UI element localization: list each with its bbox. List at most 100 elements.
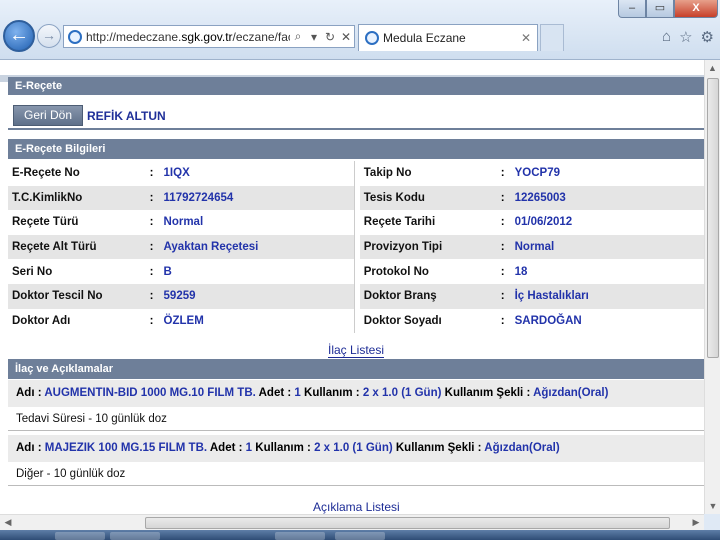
page-viewport: E-Reçete Geri Dön REFİK ALTUN E-Reçete B… bbox=[0, 60, 704, 514]
drugs-section-title: İlaç ve Açıklamalar bbox=[8, 359, 704, 379]
colon: : bbox=[500, 167, 505, 180]
info-label: Doktor Branş bbox=[359, 283, 497, 309]
drug-qty: 1 bbox=[245, 442, 253, 454]
search-icon[interactable]: ⌕ bbox=[290, 29, 306, 44]
drug-method: Ağızdan(Oral) bbox=[484, 442, 560, 454]
info-value: Ayaktan Reçetesi bbox=[159, 234, 355, 260]
colon: : bbox=[500, 265, 505, 278]
info-value: 1IQX bbox=[163, 167, 190, 180]
taskbar bbox=[0, 530, 720, 540]
minimize-button[interactable]: – bbox=[618, 0, 646, 18]
drug-method: Ağızdan(Oral) bbox=[533, 387, 609, 399]
browser-chrome: – ▭ X ← → http://medeczane.sgk.gov.tr/ec… bbox=[0, 0, 720, 60]
info-label: Reçete Tarihi bbox=[363, 216, 436, 229]
info-row: Doktor Adı: ÖZLEM Doktor Soyadı: SARDOĞAN bbox=[8, 308, 704, 334]
colon: : bbox=[500, 314, 505, 327]
scroll-up-icon[interactable]: ▲ bbox=[705, 60, 720, 76]
address-bar[interactable]: http://medeczane.sgk.gov.tr/eczane/faces… bbox=[63, 25, 355, 48]
stop-icon[interactable]: ✕ bbox=[338, 30, 354, 44]
colon: : bbox=[496, 234, 511, 260]
info-value: 11792724654 bbox=[159, 185, 355, 211]
drug-qty-label: Adet : bbox=[209, 442, 243, 454]
info-value: 01/06/2012 bbox=[514, 216, 573, 229]
info-label: Doktor Soyadı bbox=[363, 314, 442, 327]
scroll-left-icon[interactable]: ◀ bbox=[0, 515, 16, 531]
tab-title: Medula Eczane bbox=[383, 31, 466, 45]
info-value: B bbox=[163, 265, 172, 278]
drug-usage-label: Kullanım : bbox=[304, 387, 360, 399]
favorites-icon[interactable]: ☆ bbox=[679, 28, 692, 46]
colon: : bbox=[496, 283, 511, 309]
address-dropdown-icon[interactable]: ▾ bbox=[306, 30, 322, 44]
info-label: Provizyon Tipi bbox=[359, 234, 497, 260]
refresh-icon[interactable]: ↻ bbox=[322, 30, 338, 44]
tools-gear-icon[interactable]: ⚙ bbox=[701, 28, 714, 46]
info-row: E-Reçete No:1IQX Takip No: YOCP79 bbox=[8, 161, 704, 186]
colon: : bbox=[145, 234, 160, 260]
drug-qty: 1 bbox=[294, 387, 301, 399]
taskbar-item[interactable] bbox=[335, 532, 385, 540]
info-label: Reçete Türü bbox=[12, 216, 79, 229]
info-label: Seri No bbox=[12, 265, 53, 278]
home-icon[interactable]: ⌂ bbox=[662, 28, 671, 46]
info-value: Normal bbox=[163, 216, 204, 229]
colon: : bbox=[145, 283, 160, 309]
info-row: Reçete Türü: Normal Reçete Tarihi:01/06/20… bbox=[8, 210, 704, 235]
back-page-button[interactable]: Geri Dön bbox=[13, 105, 83, 126]
info-row: T.C.KimlikNo:11792724654 Tesis Kodu:12265… bbox=[8, 185, 704, 211]
info-value: 18 bbox=[514, 265, 528, 278]
info-value: İç Hastalıkları bbox=[510, 283, 704, 309]
drug-list-link[interactable]: İlaç Listesi bbox=[328, 344, 385, 358]
drug-usage: 2 x 1.0 (1 Gün) bbox=[362, 387, 442, 399]
scroll-down-icon[interactable]: ▼ bbox=[705, 498, 720, 514]
info-value: Normal bbox=[510, 234, 704, 260]
info-label: Protokol No bbox=[363, 265, 429, 278]
info-value: 59259 bbox=[159, 283, 355, 309]
info-row: Seri No: B Protokol No:18 bbox=[8, 259, 704, 284]
drug-name: AUGMENTIN-BID 1000 MG.10 FILM TB. bbox=[44, 387, 256, 399]
tab-close-icon[interactable]: ✕ bbox=[521, 31, 531, 45]
info-row: Doktor Tescil No:59259 Doktor Branş: İç Ha… bbox=[8, 283, 704, 309]
taskbar-item[interactable] bbox=[55, 532, 105, 540]
vertical-scroll-thumb[interactable] bbox=[707, 78, 719, 358]
drug-method-label: Kullanım Şekli : bbox=[395, 442, 482, 454]
drug-usage-label: Kullanım : bbox=[255, 442, 311, 454]
info-label: Reçete Alt Türü bbox=[8, 234, 146, 260]
taskbar-item[interactable] bbox=[275, 532, 325, 540]
info-label: Takip No bbox=[363, 167, 412, 180]
scroll-right-icon[interactable]: ▶ bbox=[688, 515, 704, 531]
new-tab-button[interactable] bbox=[540, 24, 564, 51]
info-value: 12265003 bbox=[510, 185, 704, 211]
vertical-scrollbar[interactable]: ▲ ▼ bbox=[704, 60, 720, 514]
patient-name: REFİK ALTUN bbox=[87, 109, 166, 123]
tab-medula-eczane[interactable]: Medula Eczane ✕ bbox=[358, 24, 538, 51]
taskbar-item[interactable] bbox=[110, 532, 160, 540]
close-window-button[interactable]: X bbox=[674, 0, 718, 18]
colon: : bbox=[149, 314, 154, 327]
drug-row: Adı : AUGMENTIN-BID 1000 MG.10 FILM TB. … bbox=[8, 380, 704, 407]
ie-tab-icon bbox=[365, 31, 379, 45]
divider bbox=[8, 128, 704, 130]
horizontal-scroll-thumb[interactable] bbox=[145, 517, 670, 529]
colon: : bbox=[149, 167, 154, 180]
explanation-list-link[interactable]: Açıklama Listesi bbox=[313, 501, 400, 514]
drug-name-label: Adı : bbox=[16, 442, 42, 454]
page-title: E-Reçete bbox=[8, 77, 704, 95]
info-value: YOCP79 bbox=[514, 167, 560, 180]
window-controls: – ▭ X bbox=[618, 0, 718, 18]
back-button[interactable]: ← bbox=[3, 20, 35, 52]
forward-button[interactable]: → bbox=[37, 24, 61, 48]
url-text[interactable]: http://medeczane.sgk.gov.tr/eczane/faces… bbox=[86, 30, 290, 44]
horizontal-scrollbar[interactable]: ◀ ▶ bbox=[0, 514, 704, 530]
drug-name: MAJEZIK 100 MG.15 FILM TB. bbox=[44, 442, 208, 454]
ie-page-icon bbox=[68, 29, 82, 44]
info-value: SARDOĞAN bbox=[514, 314, 582, 327]
info-section-title: E-Reçete Bilgileri bbox=[8, 139, 704, 159]
maximize-button[interactable]: ▭ bbox=[646, 0, 674, 18]
colon: : bbox=[500, 216, 505, 229]
info-row: Reçete Alt Türü: Ayaktan Reçetesi Provizyo… bbox=[8, 234, 704, 260]
info-label: E-Reçete No bbox=[12, 167, 80, 180]
drug-row: Adı : MAJEZIK 100 MG.15 FILM TB. Adet : … bbox=[8, 435, 704, 462]
info-label: Doktor Tescil No bbox=[8, 283, 146, 309]
prescription-info-table: E-Reçete No:1IQX Takip No: YOCP79 T.C.Kimli… bbox=[8, 161, 704, 334]
